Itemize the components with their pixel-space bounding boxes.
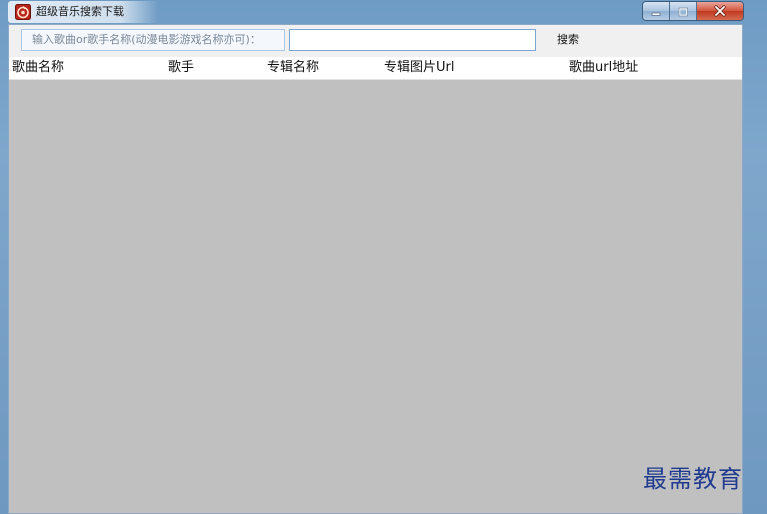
- window-title: 超级音乐搜索下载: [36, 5, 124, 18]
- title-bar[interactable]: 超级音乐搜索下载: [0, 0, 767, 24]
- watermark-text: 最需教育: [643, 465, 743, 493]
- search-label: 输入歌曲or歌手名称(动漫电影游戏名称亦可)：: [21, 29, 285, 51]
- search-button[interactable]: 搜索: [557, 29, 597, 51]
- search-bar: 输入歌曲or歌手名称(动漫电影游戏名称亦可)： 搜索: [9, 25, 742, 57]
- client-area: 输入歌曲or歌手名称(动漫电影游戏名称亦可)： 搜索 歌曲名称 歌手 专辑名称 …: [8, 24, 743, 514]
- column-header-album-image-url[interactable]: 专辑图片Url: [384, 57, 454, 79]
- window-controls: [642, 1, 744, 21]
- maximize-button[interactable]: [670, 2, 697, 20]
- column-header-song-url[interactable]: 歌曲url地址: [569, 57, 638, 79]
- minimize-button[interactable]: [643, 2, 670, 20]
- close-icon: [713, 2, 727, 20]
- column-header-artist[interactable]: 歌手: [168, 57, 194, 79]
- maximize-icon: [677, 2, 689, 20]
- close-button[interactable]: [697, 2, 743, 20]
- search-input[interactable]: [289, 29, 536, 51]
- app-window: 超级音乐搜索下载 输入歌曲or歌手名称(动漫电影游戏名称亦可)： 搜索 歌曲名称…: [0, 0, 767, 514]
- app-logo-icon: [15, 4, 31, 20]
- table-header: 歌曲名称 歌手 专辑名称 专辑图片Url 歌曲url地址: [9, 57, 742, 80]
- results-table-body[interactable]: [9, 80, 742, 513]
- column-header-song-name[interactable]: 歌曲名称: [12, 57, 64, 79]
- column-header-album-name[interactable]: 专辑名称: [267, 57, 319, 79]
- minimize-icon: [650, 2, 662, 20]
